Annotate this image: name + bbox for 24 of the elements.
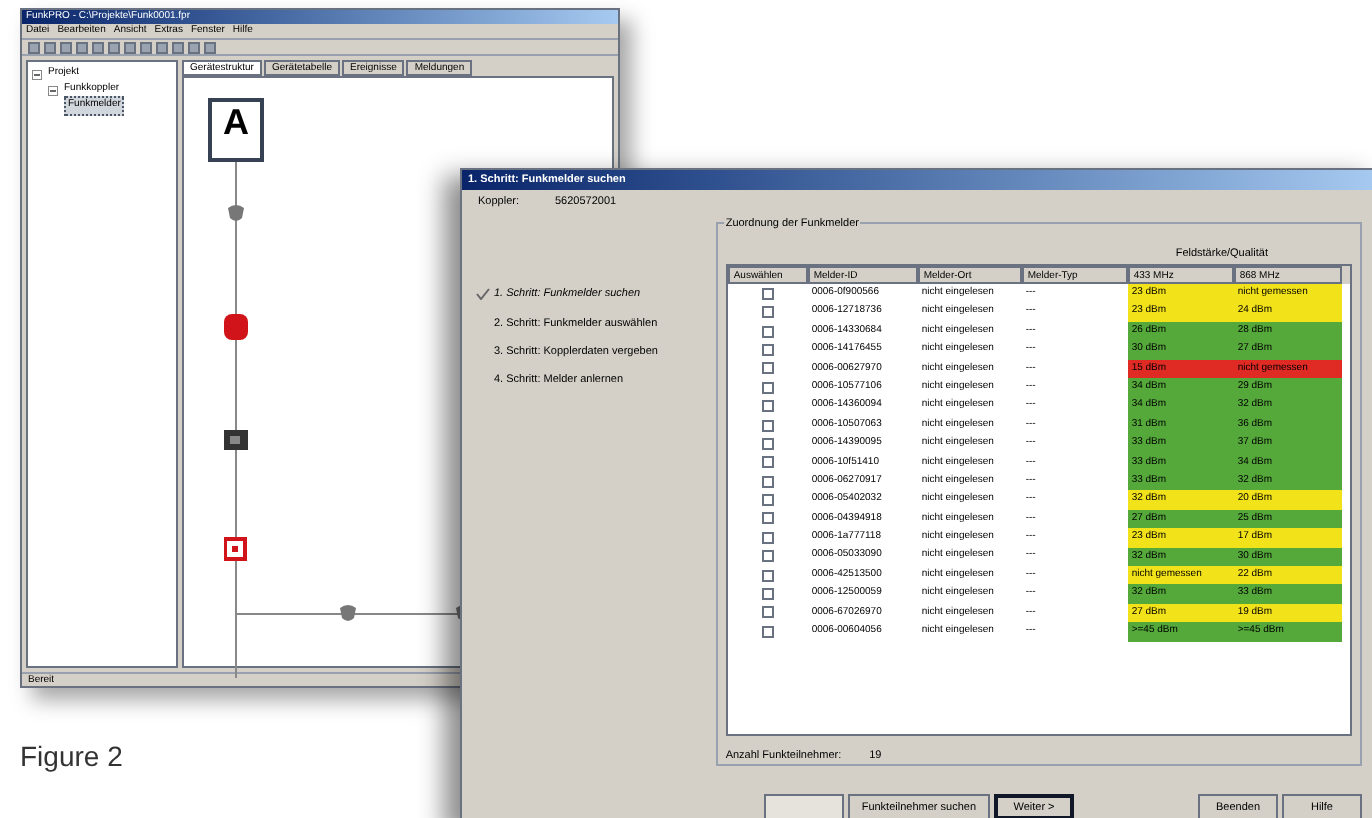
row-checkbox[interactable]: [761, 588, 774, 601]
check-icon: [475, 288, 489, 301]
row-checkbox[interactable]: [761, 325, 774, 338]
row-checkbox[interactable]: [761, 569, 774, 582]
figure-caption: Figure 2: [20, 738, 123, 776]
row-checkbox[interactable]: [761, 419, 774, 431]
row-checkbox[interactable]: [761, 381, 774, 394]
row-checkbox[interactable]: [761, 437, 774, 450]
row-checkbox[interactable]: [761, 400, 774, 413]
row-checkbox[interactable]: [761, 531, 774, 544]
panel-label: A: [223, 102, 249, 142]
row-checkbox[interactable]: [761, 606, 774, 619]
row-checkbox[interactable]: [761, 306, 774, 319]
row-checkbox[interactable]: [761, 343, 774, 356]
row-checkbox[interactable]: [761, 456, 774, 469]
row-checkbox[interactable]: [761, 512, 774, 525]
row-checkbox[interactable]: [761, 287, 774, 300]
row-checkbox[interactable]: [761, 475, 774, 488]
row-checkbox[interactable]: [761, 494, 774, 507]
row-checkbox[interactable]: [761, 625, 774, 638]
row-checkbox[interactable]: [761, 362, 774, 375]
collapse-icon[interactable]: [32, 69, 42, 79]
collapse-icon[interactable]: [48, 85, 58, 95]
row-checkbox[interactable]: [761, 550, 774, 563]
